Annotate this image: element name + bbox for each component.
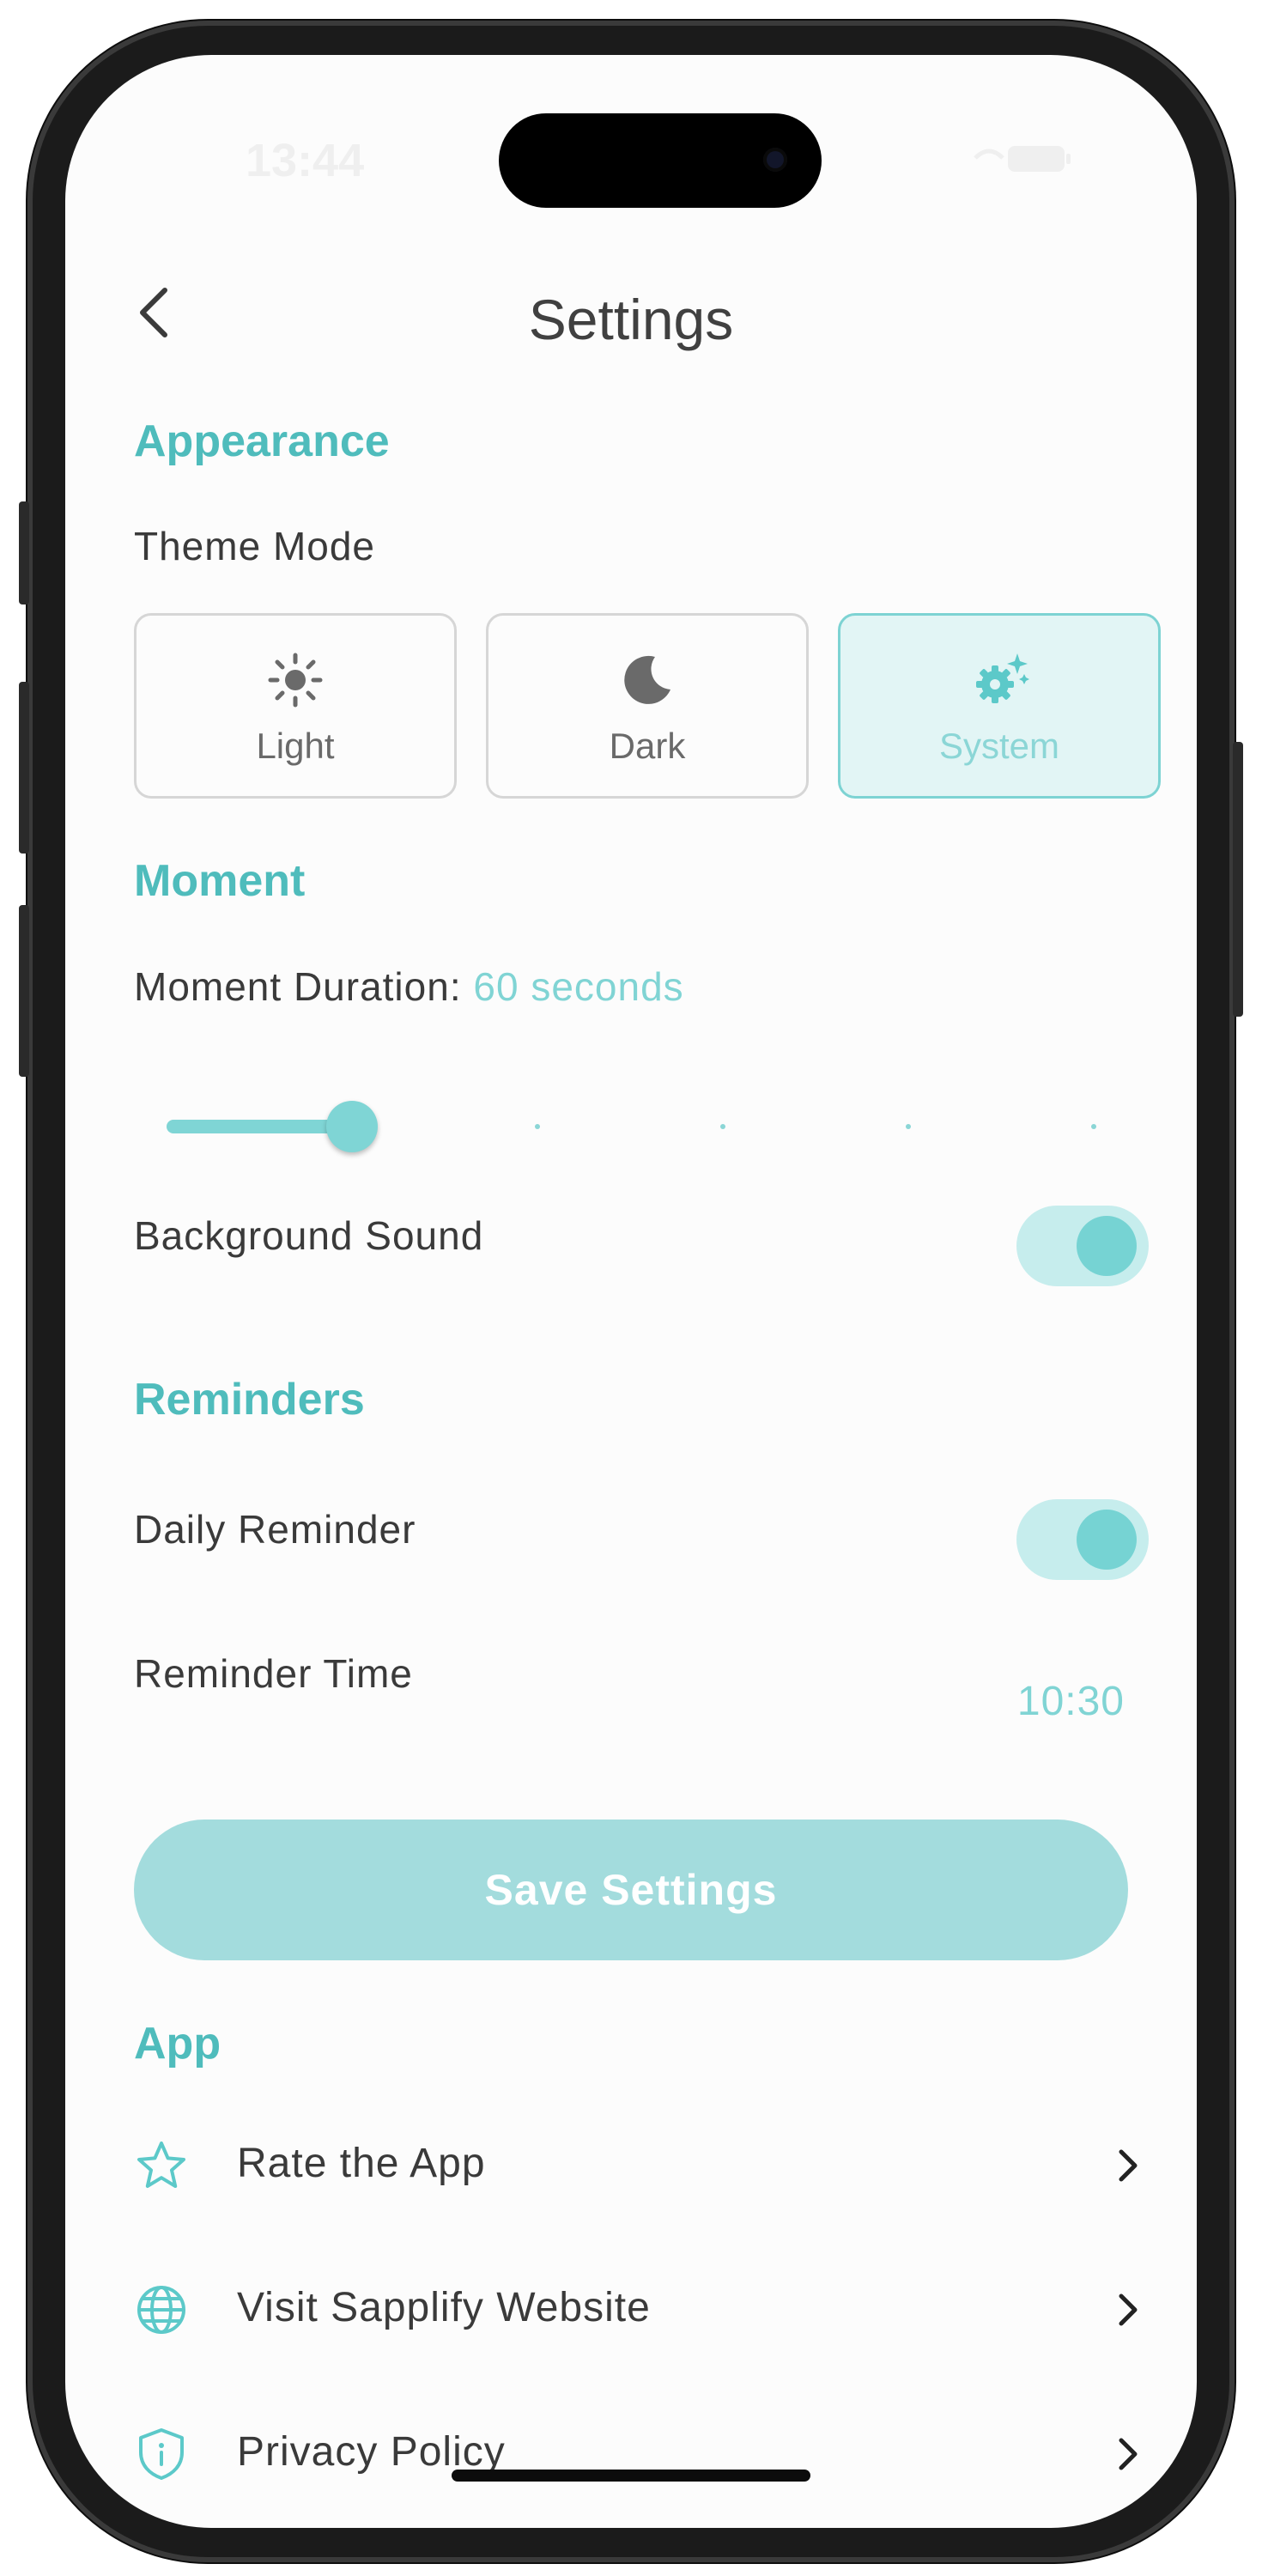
slider-step-dot — [1091, 1124, 1096, 1129]
page-title: Settings — [528, 288, 734, 351]
background-sound-toggle[interactable] — [1016, 1206, 1149, 1286]
status-indicators — [974, 141, 1077, 175]
slider-step-dot — [906, 1124, 911, 1129]
reminder-time-label: Reminder Time — [134, 1651, 413, 1696]
duration-label-text: Moment Duration: — [134, 964, 462, 1009]
dynamic-island — [499, 113, 822, 208]
shield-info-icon — [139, 2428, 184, 2480]
visit-website-row[interactable]: Visit Sapplify Website — [65, 2257, 1197, 2360]
moon-icon — [624, 655, 670, 704]
battery-icon — [974, 146, 1071, 172]
privacy-policy-label: Privacy Policy — [237, 2429, 506, 2475]
camera-icon — [763, 148, 787, 172]
reminder-time-value[interactable]: 10:30 — [1017, 1678, 1125, 1725]
theme-option-light[interactable]: Light — [134, 613, 457, 799]
moment-duration-label: Moment Duration: 60 seconds — [134, 963, 684, 1010]
toggle-knob — [1077, 1216, 1137, 1276]
privacy-policy-row[interactable]: Privacy Policy — [65, 2401, 1197, 2504]
app-section-title: App — [134, 2019, 221, 2069]
daily-reminder-toggle[interactable] — [1016, 1499, 1149, 1580]
chevron-right-icon — [1119, 2293, 1138, 2326]
globe-icon — [137, 2286, 185, 2334]
mute-switch — [19, 501, 29, 605]
slider-track-fill — [167, 1120, 352, 1133]
slider-step-dot — [535, 1124, 540, 1129]
status-time: 13:44 — [246, 135, 365, 186]
home-indicator[interactable] — [452, 2470, 810, 2482]
phone-frame: 13:44 Settings Appearance Theme Mode Lig… — [19, 21, 1243, 2562]
chevron-right-icon — [1119, 2438, 1138, 2470]
app-header: Settings — [65, 261, 1197, 364]
visit-website-label: Visit Sapplify Website — [237, 2285, 651, 2330]
slider-thumb[interactable] — [326, 1101, 378, 1152]
theme-option-label: System — [938, 726, 1060, 766]
app-screen: 13:44 Settings Appearance Theme Mode Lig… — [65, 55, 1197, 2528]
rate-app-row[interactable]: Rate the App — [65, 2112, 1197, 2215]
reminders-section-title: Reminders — [134, 1375, 365, 1425]
sun-icon — [268, 653, 323, 708]
volume-down-button — [19, 905, 29, 1077]
theme-option-dark[interactable]: Dark — [486, 613, 809, 799]
rate-app-label: Rate the App — [237, 2141, 486, 2186]
save-settings-button[interactable]: Save Settings — [134, 1820, 1128, 1960]
gear-sparkle-icon — [976, 653, 1029, 703]
background-sound-label: Background Sound — [134, 1213, 484, 1258]
toggle-knob — [1077, 1510, 1137, 1570]
power-button — [1233, 742, 1243, 1017]
theme-option-label: Dark — [609, 726, 686, 766]
star-icon — [137, 2142, 185, 2188]
chevron-right-icon — [1119, 2149, 1138, 2182]
theme-option-system[interactable]: System — [838, 613, 1161, 799]
volume-up-button — [19, 682, 29, 854]
theme-mode-label: Theme Mode — [134, 524, 376, 568]
appearance-section-title: Appearance — [134, 416, 390, 466]
daily-reminder-label: Daily Reminder — [134, 1507, 416, 1552]
duration-slider[interactable] — [167, 1101, 1096, 1152]
theme-option-label: Light — [256, 726, 335, 766]
moment-section-title: Moment — [134, 856, 306, 906]
duration-value: 60 seconds — [473, 964, 684, 1009]
slider-step-dot — [720, 1124, 725, 1129]
